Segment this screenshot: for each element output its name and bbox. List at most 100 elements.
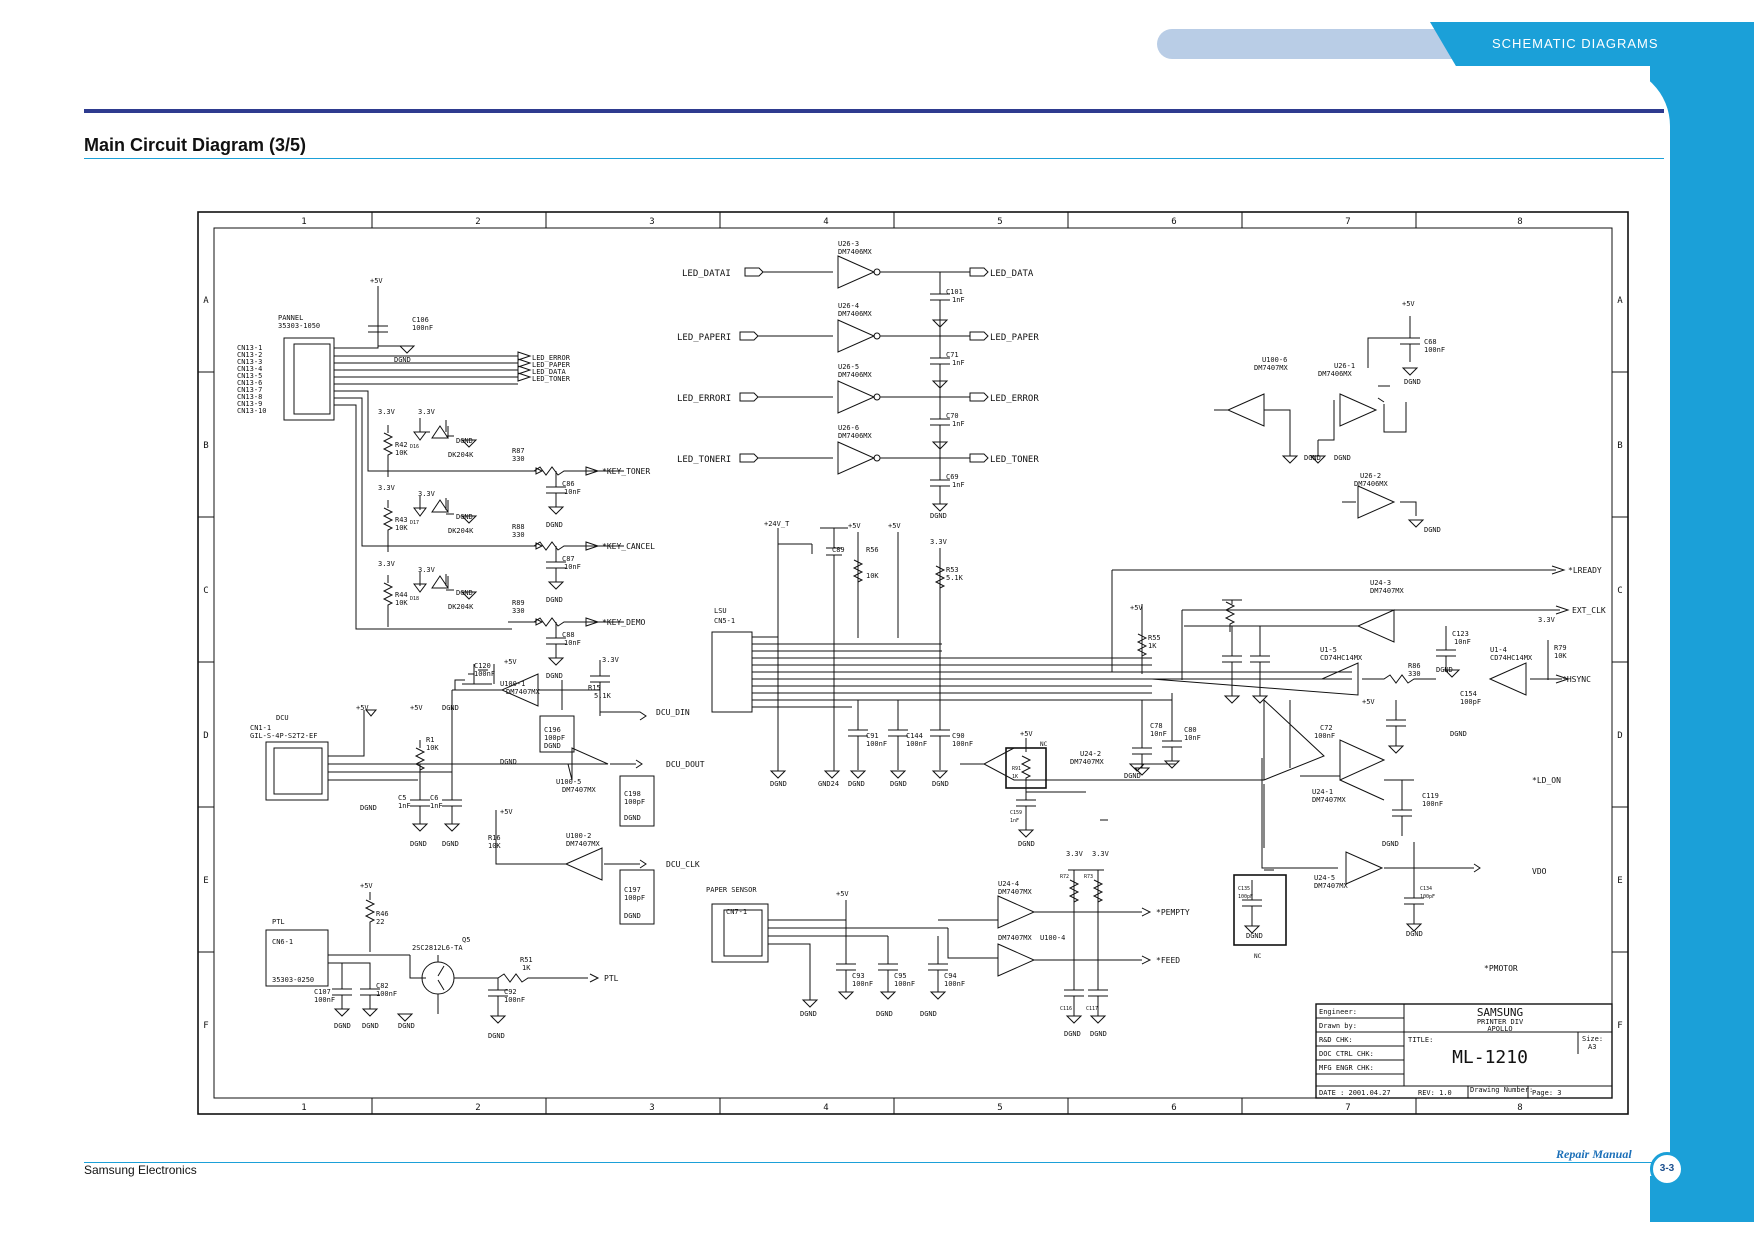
- label-plus5v-ps: +5V: [836, 890, 849, 898]
- label-dm7407-u100-5: DM7407MX: [562, 786, 597, 794]
- label-c91: C91: [866, 732, 879, 740]
- label-c70-value: 1nF: [952, 420, 965, 428]
- col-label-8: 8: [1517, 217, 1522, 227]
- label-c123: C123: [1452, 630, 1469, 638]
- label-dgnd-ps-a: DGND: [800, 1010, 817, 1018]
- label-c123-value: 10nF: [1454, 638, 1471, 646]
- label-plus5v-c68: +5V: [1402, 300, 1415, 308]
- label-c120-value: 100nF: [474, 670, 495, 678]
- bottom-rule: [84, 1162, 1664, 1163]
- lsu-labels: LSU CN5-1 +24V_T +5V +5V 3.3V C89 R56 10…: [714, 520, 973, 788]
- label-u100-4: U100-4: [1040, 934, 1065, 942]
- label-c159: C159: [1010, 810, 1022, 816]
- col-label-5: 5: [997, 217, 1002, 227]
- label-c72-value: 100nF: [1314, 732, 1335, 740]
- label-c89: C89: [832, 546, 845, 554]
- label-dm7407-u24-1: DM7407MX: [1312, 796, 1347, 804]
- label-u26-2: U26-2: [1360, 472, 1381, 480]
- top-right-inverters: [1214, 316, 1425, 528]
- label-dgnd-ps-b: DGND: [876, 1010, 893, 1018]
- col-label-7: 7: [1345, 217, 1350, 227]
- label-dgnd-c135: DGND: [1246, 932, 1263, 940]
- col-label-6-bottom: 6: [1171, 1103, 1176, 1113]
- label-33v-c: 3.3V: [378, 484, 396, 492]
- label-r46: R46: [376, 910, 389, 918]
- label-c92: C92: [504, 988, 517, 996]
- label-c198-value: 100pF: [624, 798, 645, 806]
- label-ptl-title: PTL: [272, 918, 285, 926]
- label-c197: C197: [624, 886, 641, 894]
- label-dgnd-d18: DGND: [456, 589, 473, 597]
- label-33v-r15: 3.3V: [602, 656, 620, 664]
- label-c82: C82: [376, 982, 389, 990]
- label-u24-5: U24-5: [1314, 874, 1335, 882]
- label-dgnd-d16: DGND: [456, 437, 473, 445]
- tb-doc-ctrl: DOC CTRL CHK:: [1319, 1050, 1374, 1058]
- label-u1-5: U1-5: [1320, 646, 1337, 654]
- led-inverter-labels: LED_DATAI LED_PAPERI LED_ERRORI LED_TONE…: [677, 240, 1039, 520]
- label-r44-value: 10K: [395, 599, 408, 607]
- label-c144-value: 100nF: [906, 740, 927, 748]
- label-r55: R55: [1148, 634, 1161, 642]
- label-33v-lsu: 3.3V: [930, 538, 948, 546]
- paper-sensor-block: [711, 869, 1152, 1024]
- label-c95: C95: [894, 972, 907, 980]
- label-cn13-10: CN13-10: [237, 407, 267, 415]
- label-u26-3: U26-3: [838, 240, 859, 248]
- tb-rnd-chk: R&D CHK:: [1319, 1036, 1353, 1044]
- label-c90-value: 100nF: [952, 740, 973, 748]
- label-u24-4: U24-4: [998, 880, 1019, 888]
- label-c88-value: 10nF: [564, 639, 581, 647]
- label-led-toner-i: LED_TONERI: [677, 455, 731, 465]
- label-dcu-dout: DCU_DOUT: [666, 760, 705, 769]
- label-feed: *FEED: [1156, 956, 1180, 965]
- label-r15-value: 5.1K: [594, 692, 612, 700]
- row-label-c-right: C: [1617, 586, 1622, 596]
- label-c72: C72: [1320, 724, 1333, 732]
- label-dgnd-c197: DGND: [624, 912, 641, 920]
- label-r16: R16: [488, 834, 501, 842]
- label-dm7407-u100-2: DM7407MX: [566, 840, 601, 848]
- label-u100-2: U100-2: [566, 832, 591, 840]
- lsu-block: [711, 527, 1352, 779]
- label-ext-clk: EXT_CLK: [1572, 606, 1606, 615]
- label-c68: C68: [1424, 338, 1437, 346]
- row-label-c: C: [203, 586, 208, 596]
- label-c134-value: 100pF: [1420, 894, 1435, 900]
- label-dgnd-c198: DGND: [624, 814, 641, 822]
- label-cn7-1: CN7-1: [726, 908, 747, 916]
- top-right-labels: U100-6 DM7407MX U26-1 DM7406MX +5V C68 1…: [1254, 300, 1445, 534]
- label-dm7406-d: DM7406MX: [838, 432, 873, 440]
- tb-mfg-engr: MFG ENGR CHK:: [1319, 1064, 1374, 1072]
- label-r43: R43: [395, 516, 408, 524]
- label-r56: R56: [866, 546, 879, 554]
- label-c68-value: 100nF: [1424, 346, 1445, 354]
- label-c196-value: 100pF: [544, 734, 565, 742]
- tb-model: ML-1210: [1452, 1047, 1528, 1068]
- label-c6-value: 1nF: [430, 802, 443, 810]
- col-label-3: 3: [649, 217, 654, 227]
- label-c71: C71: [946, 351, 959, 359]
- label-plus5v-r91: +5V: [1020, 730, 1033, 738]
- label-c93: C93: [852, 972, 865, 980]
- label-u24-1: U24-1: [1312, 788, 1333, 796]
- panel-labels: PANNEL 35303-1050 +5V C106 100nF DGND CN…: [237, 277, 655, 680]
- label-c134: C134: [1420, 886, 1432, 892]
- label-vdo: VDO: [1532, 867, 1547, 876]
- label-dgnd-c119: DGND: [1382, 840, 1399, 848]
- col-label-5-bottom: 5: [997, 1103, 1002, 1113]
- label-plus5v-r16: +5V: [500, 808, 513, 816]
- label-dm7407-u24-3: DM7407MX: [1370, 587, 1405, 595]
- label-r55-value: 1K: [1148, 642, 1157, 650]
- label-plus5v-r55: +5V: [1130, 604, 1143, 612]
- ptl-labels: PTL CN6-1 35303-0250 +5V R46 22 Q5 2SC28…: [272, 882, 619, 1040]
- label-plus5v-u100: +5V: [504, 658, 517, 666]
- tb-size-label: Size:: [1582, 1035, 1603, 1043]
- label-nc-b: NC: [1254, 953, 1262, 960]
- label-dm7406-c: DM7406MX: [838, 371, 873, 379]
- label-cn1-pn: GIL-S-4P-S2T2-EF: [250, 732, 317, 740]
- label-c107: C107: [314, 988, 331, 996]
- label-ld-on: *LD_ON: [1532, 776, 1561, 785]
- label-dgnd-c88: DGND: [546, 672, 563, 680]
- label-key-toner: *KEY_TONER: [602, 467, 650, 476]
